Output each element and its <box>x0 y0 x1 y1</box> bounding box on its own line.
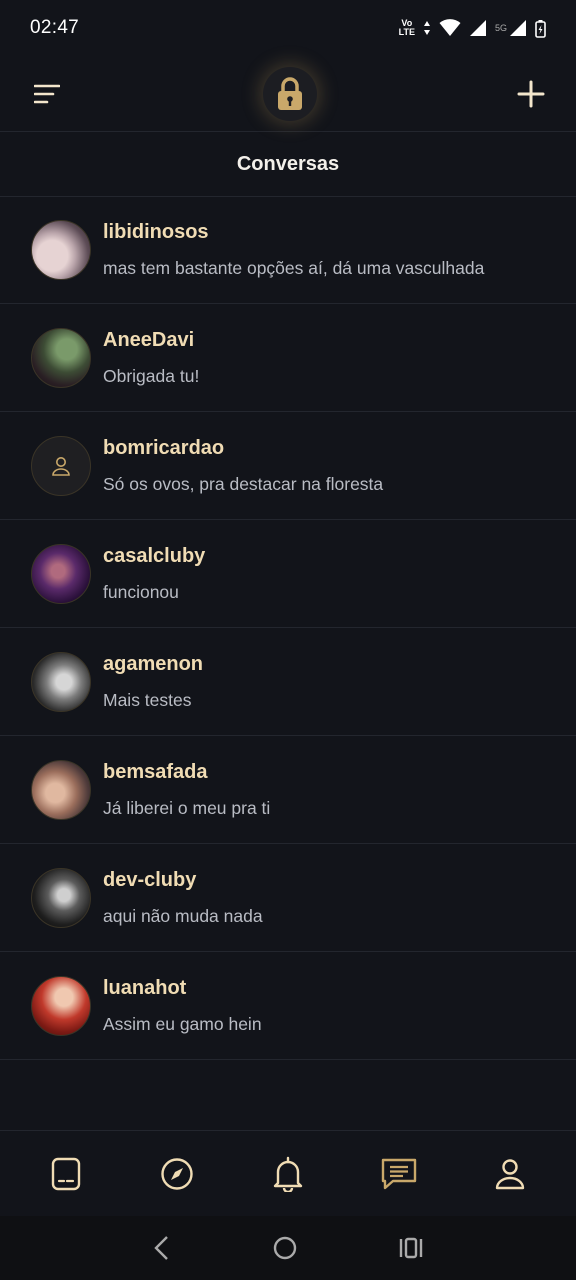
page-title: Conversas <box>0 132 576 197</box>
conversation-name: bemsafada <box>103 760 208 783</box>
top-app-bar <box>0 56 576 132</box>
avatar <box>31 219 91 280</box>
bottom-navigation <box>0 1130 576 1216</box>
nav-explore[interactable] <box>147 1144 207 1204</box>
conversation-preview: Mais testes <box>103 689 192 710</box>
conversation-name: agamenon <box>103 652 204 675</box>
status-icons: Vo LTE 5G <box>399 19 546 38</box>
nav-feed[interactable] <box>36 1144 96 1204</box>
home-icon[interactable] <box>272 1235 298 1261</box>
recents-icon[interactable] <box>398 1237 424 1259</box>
conversation-row[interactable]: bemsafada Já liberei o meu pra ti <box>0 736 576 844</box>
conversation-row[interactable]: agamenon Mais testes <box>0 628 576 736</box>
conversation-preview: Assim eu gamo hein <box>103 1013 262 1034</box>
conversation-name: AneeDavi <box>103 328 195 351</box>
avatar <box>31 975 91 1036</box>
add-button[interactable] <box>516 79 546 109</box>
conversation-preview: Obrigada tu! <box>103 365 200 386</box>
chat-icon <box>381 1158 417 1189</box>
profile-icon <box>496 1158 525 1189</box>
sort-menu-icon <box>34 84 60 103</box>
wifi-icon <box>439 19 461 36</box>
conversation-name: libidinosos <box>103 220 209 243</box>
conversation-row[interactable]: bomricardao Só os ovos, pra destacar na f… <box>0 412 576 520</box>
signal-icon-2 <box>510 20 526 36</box>
conversation-preview: aqui não muda nada <box>103 905 263 926</box>
system-navigation-bar <box>0 1216 576 1280</box>
conversation-row[interactable]: luanahot Assim eu gamo hein <box>0 952 576 1060</box>
user-placeholder-icon <box>52 456 70 476</box>
nav-notifications[interactable] <box>258 1144 318 1204</box>
battery-icon <box>535 19 546 38</box>
conversation-name: dev-cluby <box>103 868 197 891</box>
network-type: 5G <box>494 23 507 33</box>
conversation-name: luanahot <box>103 976 187 999</box>
avatar <box>31 759 91 820</box>
conversation-list: libidinosos mas tem bastante opções aí, d… <box>0 196 576 1060</box>
app-logo <box>263 66 317 121</box>
volte-bottom: LTE <box>398 27 415 37</box>
nav-profile[interactable] <box>480 1144 540 1204</box>
compass-icon <box>161 1157 193 1190</box>
data-arrows-icon <box>423 21 430 35</box>
conversation-preview: Só os ovos, pra destacar na floresta <box>103 473 384 494</box>
avatar <box>31 867 91 928</box>
conversation-preview: mas tem bastante opções aí, dá uma vascu… <box>103 257 485 278</box>
conversation-name: casalcluby <box>103 544 206 567</box>
plus-icon <box>517 80 545 107</box>
feed-card-icon <box>51 1157 80 1190</box>
conversation-name: bomricardao <box>103 436 225 459</box>
menu-button[interactable] <box>34 79 64 109</box>
volte-indicator: Vo LTE <box>399 19 415 37</box>
nav-messages[interactable] <box>369 1144 429 1204</box>
conversation-preview: Já liberei o meu pra ti <box>103 797 271 818</box>
avatar <box>31 543 91 604</box>
avatar <box>31 651 91 712</box>
conversation-row[interactable]: libidinosos mas tem bastante opções aí, d… <box>0 196 576 304</box>
back-icon[interactable] <box>152 1235 172 1261</box>
bell-icon <box>273 1156 303 1192</box>
conversation-preview: funcionou <box>103 581 179 602</box>
conversation-row[interactable]: casalcluby funcionou <box>0 520 576 628</box>
status-time: 02:47 <box>30 17 80 38</box>
avatar <box>31 435 91 496</box>
signal-icon <box>469 20 486 36</box>
status-bar: 02:47 Vo LTE 5G <box>0 0 576 56</box>
avatar <box>31 327 91 388</box>
padlock-icon <box>278 76 302 110</box>
conversation-row[interactable]: dev-cluby aqui não muda nada <box>0 844 576 952</box>
conversation-row[interactable]: AneeDavi Obrigada tu! <box>0 304 576 412</box>
